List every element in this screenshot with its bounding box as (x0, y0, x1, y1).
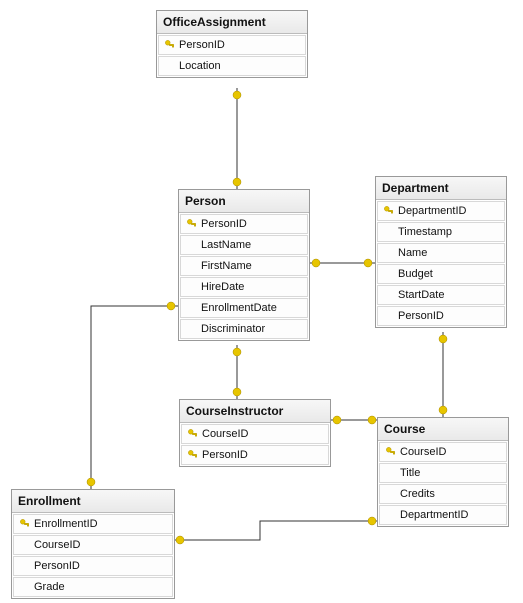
primary-key-icon (163, 39, 177, 51)
column-row[interactable]: PersonID (181, 445, 329, 465)
table-department[interactable]: Department DepartmentID Timestamp Name Budg… (375, 176, 507, 328)
column-list: EnrollmentID CourseID PersonID Grade (12, 514, 174, 597)
column-name: Timestamp (398, 225, 500, 239)
column-row[interactable]: PersonID (13, 556, 173, 576)
primary-key-icon (382, 205, 396, 217)
table-officeassignment[interactable]: OfficeAssignment PersonID Location (156, 10, 308, 78)
column-row[interactable]: PersonID (158, 35, 306, 55)
table-title: Enrollment (12, 490, 174, 513)
column-name: PersonID (179, 38, 301, 52)
table-title: OfficeAssignment (157, 11, 307, 34)
column-row[interactable]: LastName (180, 235, 308, 255)
column-row[interactable]: FirstName (180, 256, 308, 276)
column-row[interactable]: PersonID (180, 214, 308, 234)
column-row[interactable]: EnrollmentDate (180, 298, 308, 318)
column-name: Title (400, 466, 502, 480)
column-name: Budget (398, 267, 500, 281)
column-row[interactable]: DepartmentID (377, 201, 505, 221)
table-enrollment[interactable]: Enrollment EnrollmentID CourseID PersonID G… (11, 489, 175, 599)
column-row[interactable]: Title (379, 463, 507, 483)
column-name: LastName (201, 238, 303, 252)
column-list: DepartmentID Timestamp Name Budget StartDate… (376, 201, 506, 326)
column-name: EnrollmentID (34, 517, 168, 531)
table-title: Course (378, 418, 508, 441)
column-name: PersonID (201, 217, 303, 231)
column-list: CourseID Title Credits DepartmentID (378, 442, 508, 525)
column-row[interactable]: Budget (377, 264, 505, 284)
primary-key-icon (185, 218, 199, 230)
column-row[interactable]: DepartmentID (379, 505, 507, 525)
column-row[interactable]: Grade (13, 577, 173, 597)
column-row[interactable]: PersonID (377, 306, 505, 326)
column-name: DepartmentID (400, 508, 502, 522)
column-list: CourseID PersonID (180, 424, 330, 465)
column-name: CourseID (400, 445, 502, 459)
column-name: PersonID (202, 448, 324, 462)
column-row[interactable]: CourseID (181, 424, 329, 444)
primary-key-icon (384, 446, 398, 458)
table-title: Department (376, 177, 506, 200)
column-row[interactable]: CourseID (13, 535, 173, 555)
table-courseinstructor[interactable]: CourseInstructor CourseID PersonID (179, 399, 331, 467)
column-row[interactable]: EnrollmentID (13, 514, 173, 534)
column-name: PersonID (398, 309, 500, 323)
column-row[interactable]: Credits (379, 484, 507, 504)
column-name: DepartmentID (398, 204, 500, 218)
column-row[interactable]: Name (377, 243, 505, 263)
primary-key-icon (186, 449, 200, 461)
column-row[interactable]: Discriminator (180, 319, 308, 339)
column-name: Discriminator (201, 322, 303, 336)
column-name: Credits (400, 487, 502, 501)
column-row[interactable]: HireDate (180, 277, 308, 297)
column-row[interactable]: CourseID (379, 442, 507, 462)
column-name: StartDate (398, 288, 500, 302)
column-name: Name (398, 246, 500, 260)
column-name: FirstName (201, 259, 303, 273)
column-row[interactable]: Location (158, 56, 306, 76)
column-name: Grade (34, 580, 168, 594)
column-list: PersonID LastName FirstName HireDate Enrollm… (179, 214, 309, 339)
table-title: Person (179, 190, 309, 213)
column-list: PersonID Location (157, 35, 307, 76)
primary-key-icon (18, 518, 32, 530)
table-person[interactable]: Person PersonID LastName FirstName HireDate… (178, 189, 310, 341)
column-name: EnrollmentDate (201, 301, 303, 315)
column-name: PersonID (34, 559, 168, 573)
column-name: HireDate (201, 280, 303, 294)
column-row[interactable]: StartDate (377, 285, 505, 305)
column-name: CourseID (202, 427, 324, 441)
column-name: CourseID (34, 538, 168, 552)
column-name: Location (179, 59, 301, 73)
primary-key-icon (186, 428, 200, 440)
table-course[interactable]: Course CourseID Title Credits DepartmentID (377, 417, 509, 527)
column-row[interactable]: Timestamp (377, 222, 505, 242)
table-title: CourseInstructor (180, 400, 330, 423)
